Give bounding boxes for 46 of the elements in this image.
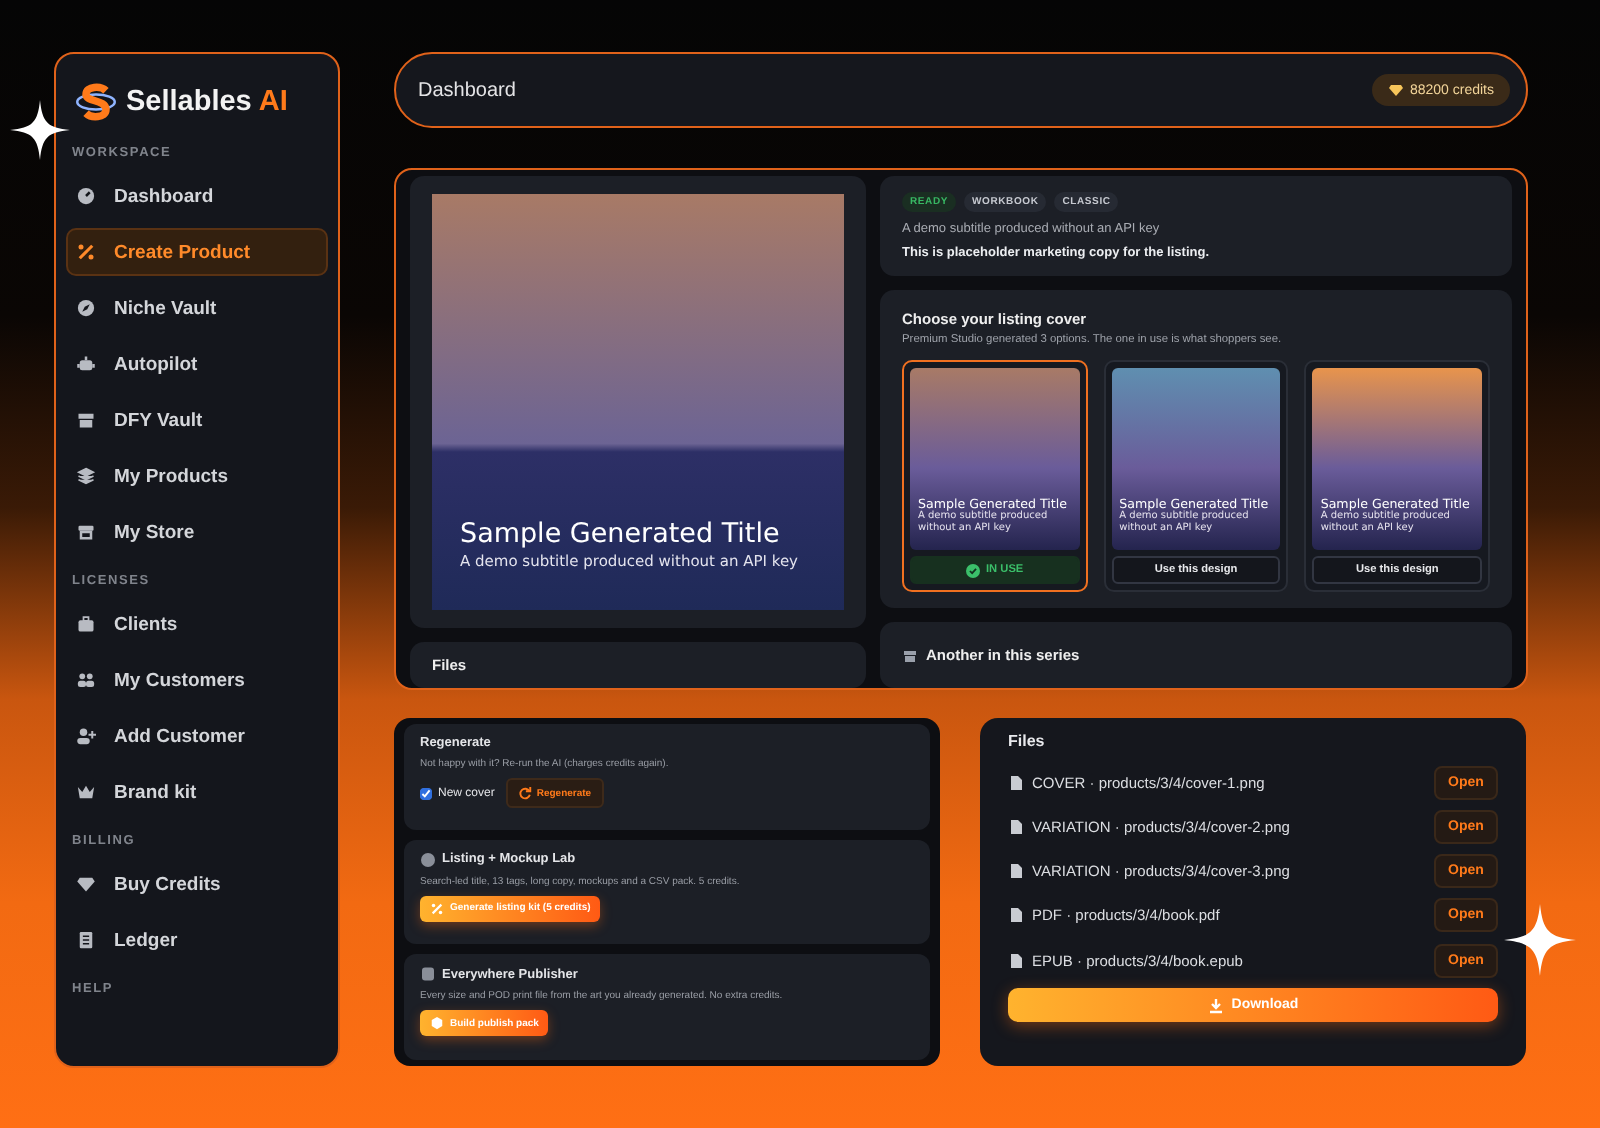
cover-title: Sample Generated Title <box>460 518 782 551</box>
brand-suffix: AI <box>258 86 288 118</box>
briefcase-icon <box>76 614 96 634</box>
store-icon <box>76 522 96 542</box>
people-icon <box>76 670 96 690</box>
sidebar-item[interactable]: Add Customer <box>66 712 328 760</box>
layers-icon <box>76 466 96 486</box>
s-logo-icon <box>70 82 122 122</box>
sparkle-icon <box>1504 904 1576 976</box>
box-icon <box>902 647 918 663</box>
check-circle-icon <box>966 563 980 577</box>
box-icon <box>76 410 96 430</box>
download-icon <box>1207 997 1224 1014</box>
sidebar-item[interactable]: Niche Vault <box>66 284 328 332</box>
sidebar-item[interactable]: My Products <box>66 452 328 500</box>
page-title: Dashboard <box>418 79 516 101</box>
sidebar-item[interactable]: Brand kit <box>66 768 328 816</box>
document-icon <box>76 930 96 950</box>
sidebar-item[interactable]: Create Product <box>66 228 328 276</box>
compass-icon <box>76 298 96 318</box>
sparkle-icon <box>10 100 70 160</box>
crown-icon <box>76 782 96 802</box>
card-title: Files <box>1008 732 1047 750</box>
file-icon <box>1008 862 1024 881</box>
hexagon-icon <box>430 1016 444 1031</box>
refresh-icon <box>518 786 533 800</box>
brand-name: Sellables <box>126 86 252 118</box>
file-icon <box>1008 951 1024 970</box>
person-plus-icon <box>76 726 96 746</box>
sidebar-item[interactable]: Dashboard <box>66 172 328 220</box>
circle-icon <box>420 851 436 868</box>
gem-icon <box>1387 82 1404 98</box>
file-icon <box>1008 773 1024 791</box>
robot-icon <box>76 354 96 374</box>
sidebar-item[interactable]: Ledger <box>66 916 328 964</box>
sidebar-item[interactable]: My Customers <box>66 656 328 704</box>
sidebar-item[interactable]: Clients <box>66 600 328 648</box>
sidebar-item[interactable]: DFY Vault <box>66 396 328 444</box>
sidebar-item[interactable]: My Store <box>66 508 328 556</box>
sidebar-item[interactable]: Autopilot <box>66 340 328 388</box>
checkbox[interactable] <box>420 787 432 799</box>
file-icon <box>1008 817 1024 836</box>
gem-icon <box>76 874 96 894</box>
gauge-icon <box>76 186 96 206</box>
file-icon <box>1008 906 1024 925</box>
sidebar-item[interactable]: Buy Credits <box>66 860 328 908</box>
